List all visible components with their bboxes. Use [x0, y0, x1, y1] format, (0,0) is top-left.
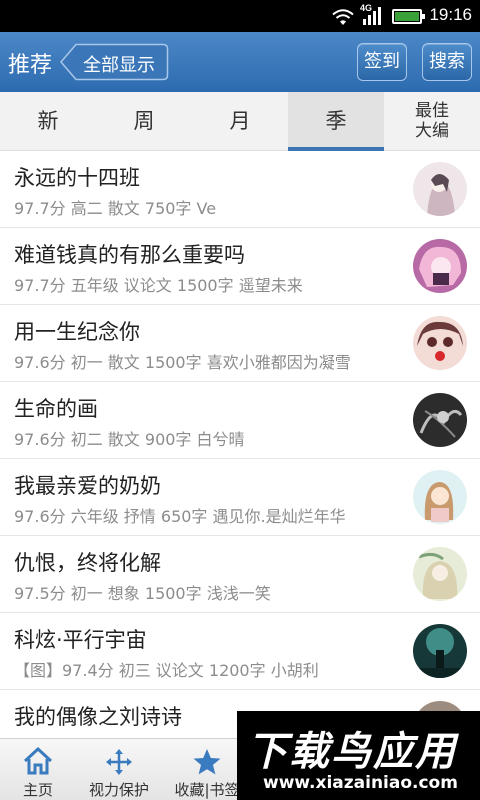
avatar	[413, 470, 467, 524]
watermark-title: 下载鸟应用	[247, 729, 457, 775]
article-meta: 97.7分 五年级 议论文 1500字 遥望未来	[14, 276, 303, 295]
list-item[interactable]: 仇恨，终将化解 97.5分 初一 想象 1500字 浅浅一笑	[0, 536, 480, 613]
status-bar: 4G 19:16	[0, 0, 480, 32]
article-meta: 【图】97.4分 初三 议论文 1200字 小胡利	[14, 661, 319, 680]
home-icon	[23, 747, 53, 775]
watermark-logo: 下载鸟应用 www.xiazainiao.com	[237, 711, 480, 800]
tab-best-editor-line2: 大编	[415, 121, 449, 141]
list-item[interactable]: 难道钱真的有那么重要吗 97.7分 五年级 议论文 1500字 遥望未来	[0, 228, 480, 305]
article-title: 生命的画	[14, 397, 98, 421]
article-title: 难道钱真的有那么重要吗	[14, 243, 245, 267]
list-item[interactable]: 用一生纪念你 97.6分 初一 散文 1500字 喜欢小雅都因为凝雪	[0, 305, 480, 382]
article-title: 用一生纪念你	[14, 320, 140, 344]
star-icon	[193, 749, 221, 775]
avatar	[413, 393, 467, 447]
tab-season[interactable]: 季	[288, 92, 384, 151]
list-item[interactable]: 科炫·平行宇宙 【图】97.4分 初三 议论文 1200字 小胡利	[0, 613, 480, 690]
list-item[interactable]: 生命的画 97.6分 初二 散文 900字 白兮晴	[0, 382, 480, 459]
signal-icon	[363, 7, 381, 25]
battery-icon	[392, 9, 425, 24]
avatar	[413, 624, 467, 678]
tab-best-editor[interactable]: 最佳 大编	[384, 92, 480, 151]
article-meta: 97.6分 初一 散文 1500字 喜欢小雅都因为凝雪	[14, 353, 351, 372]
article-meta: 97.5分 初一 想象 1500字 浅浅一笑	[14, 584, 271, 603]
article-title: 仇恨，终将化解	[14, 551, 161, 575]
nav-home[interactable]: 主页	[0, 739, 76, 800]
article-meta: 97.6分 六年级 抒情 650字 遇见你.是灿烂年华	[14, 507, 346, 526]
avatar	[413, 162, 467, 216]
nav-home-label: 主页	[22, 781, 53, 799]
article-meta: 97.6分 初二 散文 900字 白兮晴	[14, 430, 245, 449]
article-title: 科炫·平行宇宙	[14, 628, 147, 652]
tab-month[interactable]: 月	[192, 92, 288, 151]
article-title: 我的偶像之刘诗诗	[14, 705, 182, 729]
article-title: 永远的十四班	[14, 166, 140, 190]
avatar	[413, 239, 467, 293]
wifi-icon	[332, 9, 354, 25]
avatar	[413, 547, 467, 601]
list-item[interactable]: 我最亲爱的奶奶 97.6分 六年级 抒情 650字 遇见你.是灿烂年华	[0, 459, 480, 536]
status-time: 19:16	[429, 5, 472, 24]
article-meta: 97.7分 高二 散文 750字 Ve	[14, 199, 217, 218]
show-all-label: 全部显示	[83, 55, 155, 76]
title-bar: 推荐 全部显示 签到 搜索	[0, 32, 480, 92]
article-title: 我最亲爱的奶奶	[14, 474, 161, 498]
search-button[interactable]: 搜索	[422, 43, 472, 81]
article-list: 永远的十四班 97.7分 高二 散文 750字 Ve 难道钱真的有那么重要吗 9…	[0, 151, 480, 767]
avatar	[413, 316, 467, 370]
nav-eye-protection[interactable]: 视力保护	[76, 739, 162, 800]
move-arrows-icon	[106, 749, 132, 775]
period-tabs: 新 周 月 季 最佳 大编	[0, 92, 480, 151]
list-item[interactable]: 永远的十四班 97.7分 高二 散文 750字 Ve	[0, 151, 480, 228]
nav-eye-protection-label: 视力保护	[88, 781, 149, 799]
watermark-url: www.xiazainiao.com	[263, 773, 458, 793]
show-all-button[interactable]: 全部显示	[60, 43, 169, 81]
tab-best-editor-line1: 最佳	[415, 101, 449, 121]
tab-new[interactable]: 新	[0, 92, 96, 151]
page-title: 推荐	[8, 53, 53, 78]
signin-button[interactable]: 签到	[357, 43, 407, 81]
tab-week[interactable]: 周	[96, 92, 192, 151]
